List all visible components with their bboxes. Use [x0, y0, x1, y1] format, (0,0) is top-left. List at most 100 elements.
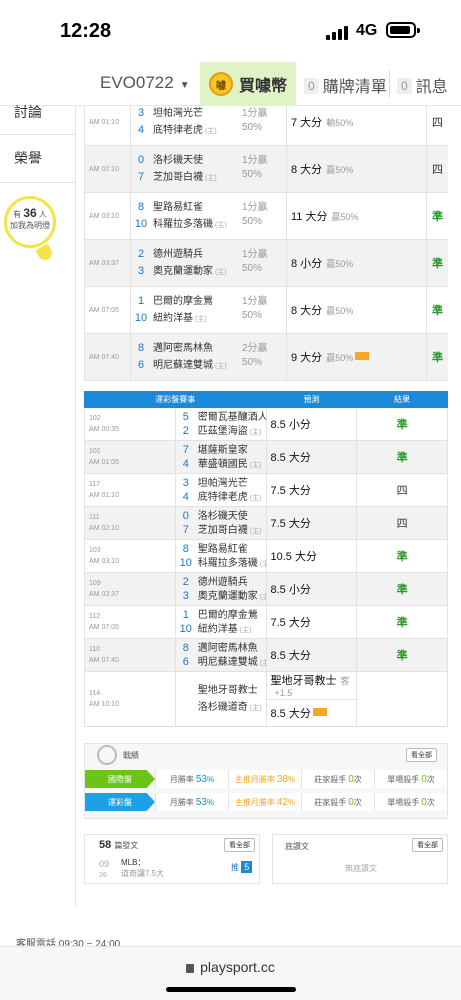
away-team: 洛杉磯天使 [153, 155, 203, 166]
international-picks-table: AM 01:10 3 坦帕灣光芒 4 底特律老虎 (主) 1分贏 50% 7 大分 輸50% 四 AM… [84, 106, 448, 381]
home-team: 匹茲堡海盜 [197, 426, 248, 437]
pick-value: 8.5 小分 [270, 419, 311, 431]
result-badge: 四 [356, 506, 448, 540]
home-number: 2 [182, 425, 189, 437]
table-row: 102 AM 00:35 5 密爾瓦基釀酒人 2 匹茲堡海盜 (主) 8.5 小分 準 [84, 407, 448, 441]
messages-link[interactable]: 0 訊息 [397, 73, 448, 97]
posts-see-all-button[interactable]: 看全部 [224, 838, 255, 852]
away-team: 坦帕灣光芒 [197, 478, 248, 489]
away-team: 密爾瓦基釀酒人 [197, 412, 266, 423]
pick-value: 8.5 大分 [270, 650, 311, 662]
stats-row-label: 運彩盤 [85, 793, 155, 811]
buy-coin-button[interactable]: 噱 買噱幣 [200, 62, 296, 106]
game-time: AM 03:10 [89, 558, 119, 565]
pick-result: 贏50% [331, 212, 359, 222]
coin-icon: 噱 [208, 72, 233, 96]
away-number: 8 [182, 543, 189, 555]
home-team: 底特律老虎 [197, 492, 248, 503]
pick-value: 8 大分 [291, 164, 323, 176]
hot-icon [312, 708, 327, 716]
result-badge: 準 [356, 572, 448, 606]
post-item[interactable]: MLB： 道奇讓7.5大 [121, 857, 164, 879]
pick-value: 8 小分 [291, 258, 323, 270]
game-number: 101 [89, 448, 101, 455]
away-number: 8 [137, 342, 145, 354]
game-time: AM 01:10 [89, 492, 119, 499]
home-team: 科羅拉多落磯 [197, 558, 258, 569]
table-row: AM 03:37 2 德州遊騎兵 3 奧克蘭運動家 (主) 1分贏 50% 8 小分 贏50% 準 [84, 239, 448, 287]
home-tag: (主) [259, 594, 266, 601]
pick-value: 8.5 大分 [270, 452, 311, 464]
month-win-cell: 月勝率 53% [155, 793, 228, 811]
game-number: 110 [89, 646, 101, 653]
away-number: 3 [182, 477, 189, 489]
home-team: 芝加哥白襪 [153, 172, 203, 183]
home-number: 10 [134, 312, 148, 324]
game-number: 102 [89, 415, 101, 422]
browser-url-bar[interactable]: playsport.cc [0, 946, 461, 1000]
away-team: 巴爾的摩金鶯 [153, 296, 213, 307]
pick-value: 10.5 大分 [270, 551, 317, 563]
pick-spread: 聖地牙哥教士 [270, 675, 337, 687]
main-win-cell: 主推月勝率 42% [228, 793, 301, 811]
fans-unit: 人 [38, 210, 47, 219]
away-number: 3 [137, 107, 145, 119]
pick-tag: 客 [340, 676, 350, 686]
odds-text: 1分贏 50% [242, 202, 268, 227]
user-id-dropdown[interactable]: EVO0722 ▼ [100, 73, 190, 93]
result-badge: 準 [426, 239, 448, 287]
divider [0, 182, 76, 183]
home-tag: (主) [205, 128, 217, 135]
away-team: 洛杉磯天使 [197, 511, 248, 522]
post-tag: 推 [231, 863, 239, 872]
home-team: 明尼蘇達雙城 [197, 657, 258, 668]
sidebar: 討論 榮譽 有 36 人 加我為明燈 [0, 104, 76, 906]
away-number: 5 [182, 411, 189, 423]
header-result: 結果 [356, 391, 448, 408]
table-row: AM 03:10 8 聖路易紅雀 10 科羅拉多落磯 (主) 1分贏 50% 11 大分 贏50%… [84, 192, 448, 240]
game-time: AM 02:10 [89, 525, 119, 532]
home-tag: (主) [259, 660, 266, 667]
home-number: 6 [182, 656, 189, 668]
pick-value: 8.5 小分 [270, 584, 311, 596]
lottery-picks-table: 運彩盤賽事 預測 結果 102 AM 00:35 5 密爾瓦基釀酒人 2 匹茲堡海盜 (主)… [84, 391, 448, 727]
pick-result: 贏50% [326, 306, 354, 316]
battery-icon [386, 22, 420, 38]
game-time: AM 01:05 [89, 459, 119, 466]
pick-value: 7.5 大分 [270, 485, 311, 497]
game-time: AM 07:40 [89, 657, 119, 664]
result-badge: 準 [356, 638, 448, 672]
top-nav: EVO0722 ▼ 噱 買噱幣 0 購牌清單 0 訊息 [0, 62, 461, 106]
table-row: 109 AM 03:37 2 德州遊騎兵 3 奧克蘭運動家(主) 8.5 小分 準 [84, 572, 448, 606]
home-team: 奧克蘭運動家 [197, 591, 258, 602]
home-number: 4 [182, 458, 189, 470]
table-header: 運彩盤賽事 預測 結果 [84, 391, 448, 408]
home-number: 10 [179, 557, 192, 569]
odds-text: 1分贏 50% [242, 155, 268, 180]
fans-lightbulb-button[interactable]: 有 36 人 加我為明燈 [4, 196, 56, 248]
best-posts-empty: 無底讚文 [345, 864, 377, 873]
table-row: AM 07:40 8 邁阿密馬林魚 6 明尼蘇達雙城 (主) 2分贏 50% 9 大分 贏50% 準 [84, 333, 448, 381]
home-team: 洛杉磯道奇 [197, 702, 248, 713]
stats-see-all-button[interactable]: 看全部 [406, 748, 437, 762]
pick-value: 7.5 大分 [270, 518, 311, 530]
best-posts-see-all-button[interactable]: 看全部 [412, 838, 443, 852]
away-team: 邁阿密馬林魚 [153, 343, 213, 354]
pick-result: 贏50% [326, 259, 354, 269]
game-time: AM 10:10 [89, 701, 119, 708]
purchase-list-link[interactable]: 0 購牌清單 [304, 73, 387, 97]
sidebar-item-discussion[interactable]: 討論 [14, 102, 42, 122]
home-tag: (主) [195, 316, 207, 323]
pick-value: 8 大分 [291, 305, 323, 317]
banker-killer-cell: 莊家殺手 0 次 [301, 770, 374, 788]
single-killer-cell: 單場殺手 0 次 [374, 793, 447, 811]
pick-total: 8.5 大分 [270, 708, 311, 720]
table-row: 103 AM 03:10 8 聖路易紅雀 10 科羅拉多落磯(主) 10.5 大分 準 [84, 539, 448, 573]
sidebar-item-honors[interactable]: 榮譽 [14, 148, 42, 168]
post-text: 道奇讓7.5大 [121, 869, 165, 878]
game-number: 114 [89, 690, 101, 697]
game-number: 103 [89, 547, 101, 554]
home-team: 紐約洋基 [197, 624, 238, 635]
home-number: 4 [137, 124, 145, 136]
home-tag: (主) [205, 175, 217, 182]
